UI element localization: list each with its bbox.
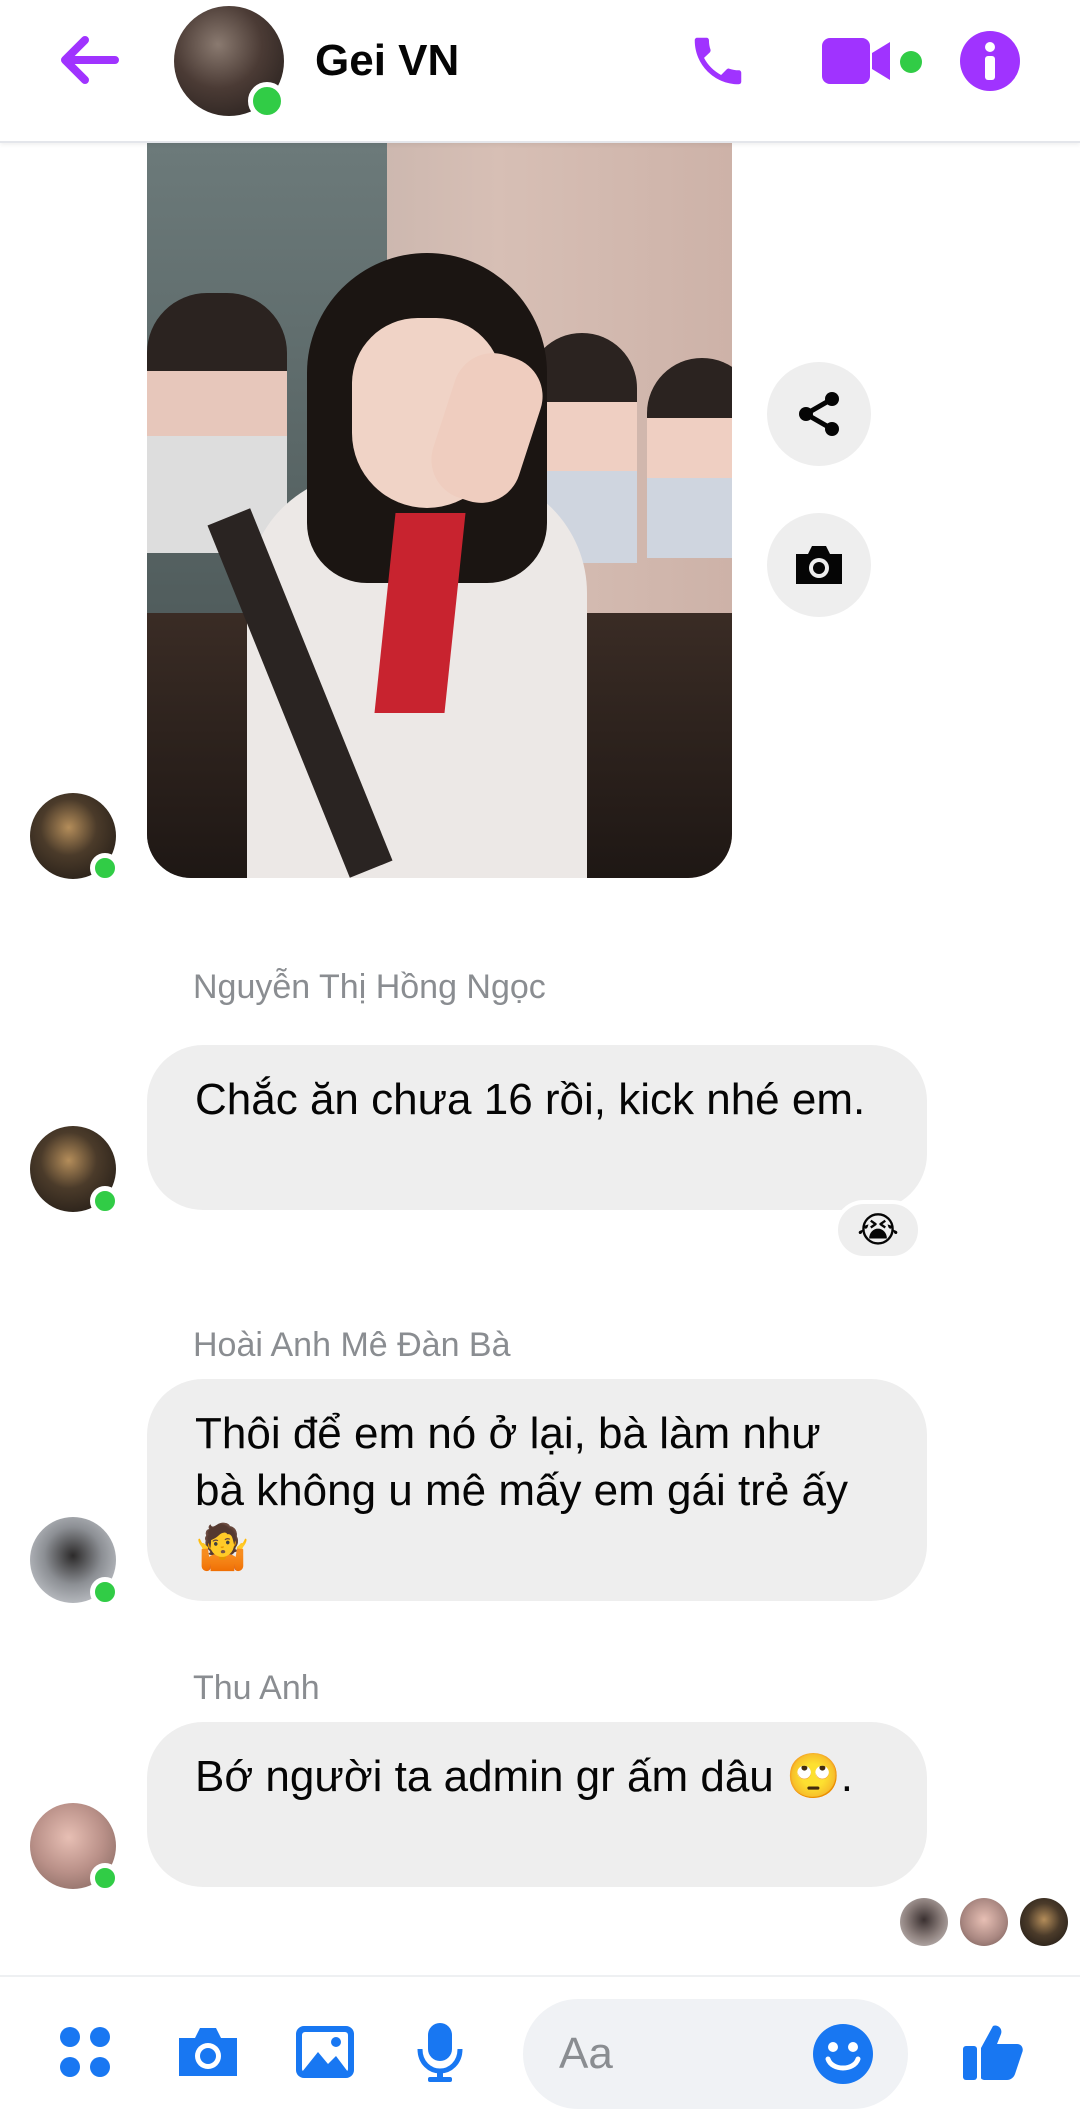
emoji-button[interactable] bbox=[808, 2019, 878, 2089]
video-call-button[interactable] bbox=[820, 26, 898, 96]
sender-name: Thu Anh bbox=[193, 1669, 320, 1707]
thumbs-up-icon bbox=[963, 2025, 1023, 2080]
apps-button[interactable] bbox=[50, 2007, 120, 2097]
message-input[interactable] bbox=[559, 1999, 799, 2109]
call-button[interactable] bbox=[683, 26, 753, 96]
message-bubble[interactable]: Chắc ăn chưa 16 rồi, kick nhé em. bbox=[147, 1045, 927, 1210]
share-icon bbox=[799, 392, 839, 436]
seen-avatar bbox=[1020, 1898, 1068, 1946]
camera-icon bbox=[796, 546, 842, 584]
message-composer-bar bbox=[0, 1975, 1080, 2125]
back-button[interactable] bbox=[50, 28, 126, 92]
shared-photo[interactable] bbox=[147, 143, 732, 878]
phone-icon bbox=[694, 37, 742, 85]
message-reaction[interactable]: 😭 bbox=[834, 1200, 922, 1260]
sender-name: Hoài Anh Mê Đàn Bà bbox=[193, 1326, 511, 1364]
like-button[interactable] bbox=[958, 2007, 1028, 2097]
sender-avatar[interactable] bbox=[30, 1803, 120, 1893]
chat-title[interactable]: Gei VN bbox=[315, 36, 459, 86]
online-indicator bbox=[90, 1863, 120, 1893]
info-button[interactable] bbox=[958, 26, 1022, 96]
gallery-button[interactable] bbox=[290, 2007, 360, 2097]
sender-avatar[interactable] bbox=[30, 1517, 120, 1607]
video-active-dot bbox=[900, 51, 922, 73]
image-icon bbox=[296, 2026, 354, 2078]
online-indicator bbox=[90, 1577, 120, 1607]
apps-grid-icon bbox=[60, 2027, 110, 2077]
info-icon bbox=[960, 31, 1020, 91]
voice-button[interactable] bbox=[410, 2007, 470, 2097]
sender-avatar[interactable] bbox=[30, 1126, 120, 1216]
seen-avatar bbox=[900, 1898, 948, 1946]
share-photo-button[interactable] bbox=[767, 362, 871, 466]
sender-name: Nguyễn Thị Hồng Ngọc bbox=[193, 968, 546, 1006]
video-camera-icon bbox=[822, 38, 890, 84]
message-input-container[interactable] bbox=[523, 1999, 908, 2109]
online-indicator bbox=[248, 82, 286, 120]
chat-header: Gei VN bbox=[0, 0, 1080, 143]
seen-avatar bbox=[960, 1898, 1008, 1946]
camera-button[interactable] bbox=[170, 2007, 246, 2097]
back-arrow-icon bbox=[61, 36, 119, 84]
camera-icon bbox=[179, 2028, 237, 2076]
sender-avatar[interactable] bbox=[30, 793, 120, 883]
smiley-icon bbox=[813, 2024, 873, 2084]
message-bubble[interactable]: Bớ người ta admin gr ấm dâu 🙄. bbox=[147, 1722, 927, 1887]
microphone-icon bbox=[417, 2023, 463, 2082]
online-indicator bbox=[90, 1186, 120, 1216]
message-bubble[interactable]: Thôi để em nó ở lại, bà làm như bà không… bbox=[147, 1379, 927, 1601]
camera-reply-button[interactable] bbox=[767, 513, 871, 617]
group-avatar[interactable] bbox=[174, 6, 286, 120]
online-indicator bbox=[90, 853, 120, 883]
